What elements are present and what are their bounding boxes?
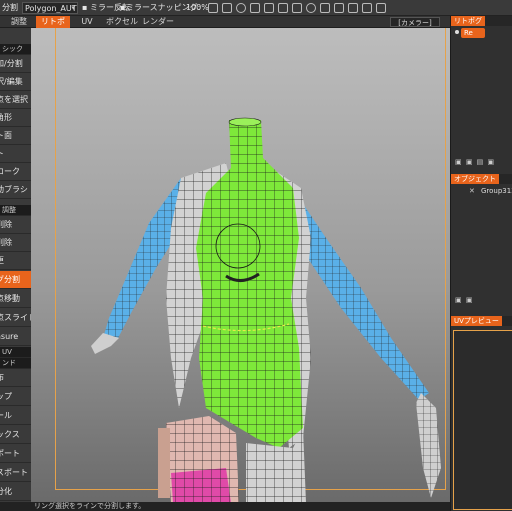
- camera-dropdown[interactable]: [カメラー]: [390, 17, 440, 27]
- right-panels: リトポグ Re ▣ ▣ ▤ ▣ オブジェクト ✕ Group312 ▣ ▣ UV…: [450, 16, 512, 511]
- snapping-checkbox[interactable]: ▪: [120, 2, 125, 14]
- tab-uv[interactable]: UV: [74, 16, 100, 28]
- grid-icon[interactable]: [320, 3, 330, 13]
- tool-move-brush[interactable]: 動ブラシ: [0, 181, 31, 199]
- tool-snap[interactable]: ップ: [0, 388, 31, 406]
- tool-point-move[interactable]: 点移動: [0, 290, 31, 308]
- 3d-viewport[interactable]: [31, 28, 450, 503]
- object-row-group[interactable]: Group312: [481, 187, 512, 195]
- mode-dropdown-value: Polygon_AUT: [25, 4, 77, 13]
- lasso-icon[interactable]: [278, 3, 288, 13]
- toolbar-cut-label: 分割: [2, 3, 18, 12]
- retopo-group-item[interactable]: Re: [461, 28, 485, 38]
- camera-icon[interactable]: [348, 3, 358, 13]
- retopo-toolbar-icons[interactable]: ▣ ▣ ▤ ▣: [455, 158, 495, 166]
- axis-icon[interactable]: [334, 3, 344, 13]
- section-header-uv: UV: [0, 347, 31, 358]
- retopo-mesh-model[interactable]: [31, 28, 450, 503]
- tool-scale[interactable]: ール: [0, 407, 31, 425]
- objects-title[interactable]: オブジェクト: [451, 174, 499, 184]
- tool-subdivide[interactable]: 分化: [0, 483, 31, 501]
- uv-preview-area[interactable]: [453, 330, 512, 510]
- tool-delete-1[interactable]: 削除: [0, 216, 31, 234]
- square-icon[interactable]: [222, 3, 232, 13]
- tab-render[interactable]: レンダー: [140, 16, 176, 28]
- transform-icon[interactable]: [292, 3, 302, 13]
- tool-panel: シック 加/分割 択/編集 点を選択 角形 ト面 ト ローク 動ブラシ 調整 削…: [0, 28, 31, 503]
- tool-ring-split[interactable]: グ分割: [0, 271, 31, 289]
- tool-measure[interactable]: asure: [0, 328, 31, 346]
- tool-stroke[interactable]: ローク: [0, 163, 31, 181]
- visibility-dot-icon[interactable]: [455, 30, 459, 34]
- plus-icon[interactable]: [362, 3, 372, 13]
- snapping-value[interactable]: 100%: [186, 2, 209, 14]
- object-visibility-icon[interactable]: ✕: [469, 187, 475, 195]
- tool-item[interactable]: ト: [0, 145, 31, 163]
- tool-face[interactable]: ト面: [0, 127, 31, 145]
- objects-toolbar-icons[interactable]: ▣ ▣: [455, 296, 473, 304]
- leg-shadow: [158, 428, 170, 498]
- tab-adjust[interactable]: 調整: [4, 16, 34, 28]
- tool-add-split[interactable]: 加/分割: [0, 55, 31, 73]
- mirror-checkbox[interactable]: ▪: [82, 2, 87, 14]
- tool-point-slide[interactable]: 点スライド: [0, 309, 31, 327]
- uv-preview-title[interactable]: UVプレビュー: [451, 316, 502, 326]
- tool-export[interactable]: スポート: [0, 464, 31, 482]
- section-header-adjust: 調整: [0, 205, 31, 216]
- status-bar: リング選択をラインで分割します。: [0, 502, 450, 511]
- retopo-groups-title[interactable]: リトポグ: [451, 16, 485, 26]
- tool-distribute[interactable]: 布: [0, 369, 31, 387]
- select-icon[interactable]: [208, 3, 218, 13]
- tool-polygon[interactable]: 角形: [0, 109, 31, 127]
- tab-voxel[interactable]: ボクセル: [104, 16, 140, 28]
- tool-select-edit[interactable]: 択/編集: [0, 73, 31, 91]
- rotate-icon[interactable]: [236, 3, 246, 13]
- objects-header: オブジェクト: [451, 174, 512, 184]
- box-icon[interactable]: [376, 3, 386, 13]
- tool-change[interactable]: 更: [0, 252, 31, 270]
- mode-dropdown[interactable]: Polygon_AUT: [22, 2, 78, 14]
- move-icon[interactable]: [250, 3, 260, 13]
- scale-icon[interactable]: [264, 3, 274, 13]
- section-header: シック: [0, 44, 31, 55]
- retopo-groups-header: リトポグ: [451, 16, 512, 26]
- tool-import[interactable]: ポート: [0, 445, 31, 463]
- sphere-icon[interactable]: [306, 3, 316, 13]
- tool-select-points[interactable]: 点を選択: [0, 91, 31, 109]
- tool-box[interactable]: ックス: [0, 426, 31, 444]
- tab-retopo[interactable]: リトポ: [36, 16, 70, 28]
- room-tab-bar: 調整 リトポ UV ボクセル レンダー [カメラー]: [0, 16, 450, 28]
- top-toolbar: 分割 Polygon_AUT ▪ ミラー反転 ▪ ミラースナッピング: 100%: [0, 0, 512, 16]
- uv-preview-header: UVプレビュー: [451, 316, 512, 326]
- section-header-command: ンド: [0, 358, 31, 369]
- tool-delete-2[interactable]: 削除: [0, 234, 31, 252]
